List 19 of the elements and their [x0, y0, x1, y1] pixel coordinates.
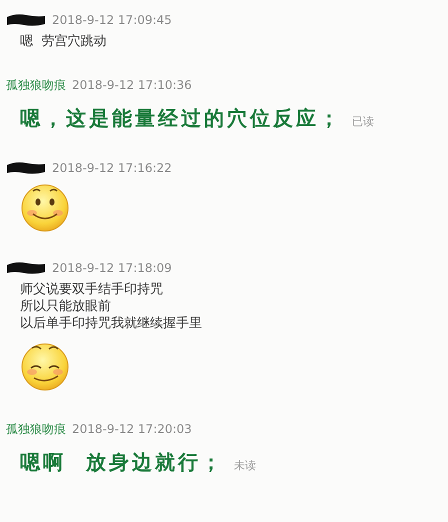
message-text: 嗯，这是能量经过的穴位反应；	[20, 105, 342, 132]
message-text: 所以只能放眼前	[20, 298, 112, 315]
sender-name: 孤独狼吻痕	[6, 421, 66, 438]
smiling-face-icon	[20, 183, 70, 233]
scribbled-name-icon	[6, 161, 46, 175]
read-status: 已读	[352, 114, 374, 130]
message-text: 嗯啊 放身边就行；	[20, 449, 224, 476]
message-time: 2018-9-12 17:10:36	[72, 77, 192, 94]
message-time: 2018-9-12 17:20:03	[72, 421, 192, 438]
scribbled-name-icon	[6, 13, 46, 27]
scribbled-name-icon	[6, 261, 46, 275]
sender-name: 孤独狼吻痕	[6, 77, 66, 94]
message-text: 师父说要双手结手印持咒	[20, 281, 164, 298]
message-time: 2018-9-12 17:16:22	[52, 160, 172, 177]
message-time: 2018-9-12 17:09:45	[52, 12, 172, 29]
message-time: 2018-9-12 17:18:09	[52, 260, 172, 277]
read-status: 未读	[234, 458, 256, 474]
message-text: 以后单手印持咒我就继续握手里	[20, 315, 203, 332]
message-text: 嗯 劳宫穴跳动	[20, 33, 108, 50]
